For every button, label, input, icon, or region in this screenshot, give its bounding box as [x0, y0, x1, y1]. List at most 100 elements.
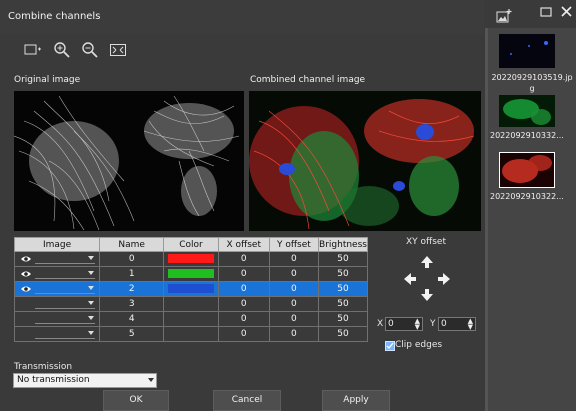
x-offset-cell[interactable]: 0 [217, 326, 270, 342]
color-cell[interactable] [163, 326, 219, 342]
y-offset-cell[interactable]: 0 [268, 251, 320, 267]
zoom-in-icon[interactable] [53, 41, 71, 59]
x-offset-cell[interactable]: 0 [217, 311, 270, 327]
x-offset-cell[interactable]: 0 [217, 266, 270, 282]
arrow-up-icon[interactable] [420, 255, 434, 269]
name-cell[interactable]: 0 [99, 251, 165, 267]
image-cell[interactable] [13, 251, 101, 267]
image-select[interactable] [34, 284, 95, 294]
select-rect-icon[interactable] [24, 41, 42, 59]
xy-offset-title: XY offset [406, 237, 446, 247]
y-offset-cell[interactable]: 0 [268, 281, 320, 297]
apply-button[interactable]: Apply [322, 390, 390, 411]
column-header: Color [163, 237, 219, 252]
name-cell[interactable]: 5 [99, 326, 165, 342]
name-cell[interactable]: 1 [99, 266, 165, 282]
image-select[interactable] [34, 314, 95, 324]
original-image-label: Original image [14, 75, 81, 85]
thumbnail-image[interactable] [499, 34, 555, 68]
x-offset-cell[interactable]: 0 [217, 281, 270, 297]
zoom-out-icon[interactable] [81, 41, 99, 59]
transmission-value: No transmission [17, 375, 90, 385]
column-header: Y offset [268, 237, 320, 252]
image-select[interactable] [34, 269, 95, 279]
name-cell[interactable]: 3 [99, 296, 165, 312]
y-spinner-icon[interactable]: ▲ ▼ [468, 318, 473, 331]
x-offset-label: X [377, 319, 384, 329]
table-header: Image Name Color X offset Y offset Brigh… [13, 237, 368, 252]
y-offset-cell[interactable]: 0 [268, 326, 320, 342]
clip-edges-checkbox[interactable] [385, 341, 395, 351]
maximize-icon[interactable] [540, 7, 552, 17]
column-header: X offset [217, 237, 270, 252]
toolbar [24, 41, 134, 61]
name-cell[interactable]: 4 [99, 311, 165, 327]
color-cell[interactable] [163, 281, 219, 297]
clip-edges-label: Clip edges [395, 340, 443, 350]
close-icon[interactable] [561, 6, 572, 17]
image-select[interactable] [34, 329, 95, 339]
x-offset-cell[interactable]: 0 [217, 251, 270, 267]
y-offset-label: Y [430, 319, 436, 329]
chevron-down-icon [87, 330, 94, 335]
table-row[interactable]: 1 0 0 50 [13, 266, 368, 282]
color-cell[interactable] [163, 266, 219, 282]
table-row[interactable]: 0 0 0 50 [13, 251, 368, 267]
color-swatch[interactable] [167, 269, 214, 278]
arrow-left-icon[interactable] [403, 272, 417, 286]
table-row[interactable]: 5 0 0 50 [13, 326, 368, 342]
image-cell[interactable] [13, 311, 101, 327]
image-cell[interactable] [13, 266, 101, 282]
eye-icon[interactable] [20, 285, 32, 293]
column-header: Image [13, 237, 101, 252]
thumbnail-image[interactable] [499, 152, 555, 188]
window-title: Combine channels [8, 11, 101, 22]
color-cell[interactable] [163, 251, 219, 267]
color-swatch[interactable] [167, 254, 214, 263]
cancel-button[interactable]: Cancel [213, 390, 281, 411]
y-offset-field[interactable]: 0 ▲ ▼ [438, 317, 476, 331]
x-offset-value: 0 [388, 319, 394, 329]
color-swatch[interactable] [167, 284, 214, 293]
image-select[interactable] [34, 254, 95, 264]
panel-splitter[interactable] [485, 28, 488, 411]
ok-button[interactable]: OK [103, 390, 169, 411]
fit-to-window-icon[interactable] [109, 41, 127, 59]
color-cell[interactable] [163, 311, 219, 327]
thumbnail-caption: 2022092910332... [490, 131, 564, 140]
image-cell[interactable] [13, 281, 101, 297]
add-image-icon[interactable] [496, 9, 512, 23]
brightness-cell[interactable]: 50 [318, 266, 368, 282]
combined-image [249, 91, 481, 231]
name-cell[interactable]: 2 [99, 281, 165, 297]
chevron-down-icon [148, 378, 154, 382]
table-row[interactable]: 4 0 0 50 [13, 311, 368, 327]
brightness-cell[interactable]: 50 [318, 296, 368, 312]
arrow-down-icon[interactable] [420, 288, 434, 302]
y-offset-cell[interactable]: 0 [268, 296, 320, 312]
y-offset-cell[interactable]: 0 [268, 311, 320, 327]
y-offset-cell[interactable]: 0 [268, 266, 320, 282]
image-select[interactable] [34, 299, 95, 309]
brightness-cell[interactable]: 50 [318, 326, 368, 342]
table-row[interactable]: 3 0 0 50 [13, 296, 368, 312]
brightness-cell[interactable]: 50 [318, 311, 368, 327]
eye-icon[interactable] [20, 255, 32, 263]
table-row[interactable]: 2 0 0 50 [13, 281, 368, 297]
combined-image-label: Combined channel image [250, 75, 366, 85]
eye-icon[interactable] [20, 270, 32, 278]
x-offset-cell[interactable]: 0 [217, 296, 270, 312]
thumbnail-image[interactable] [499, 95, 555, 127]
thumbnail-caption: 2022092910322... [490, 192, 564, 201]
brightness-cell[interactable]: 50 [318, 281, 368, 297]
brightness-cell[interactable]: 50 [318, 251, 368, 267]
image-cell[interactable] [13, 296, 101, 312]
image-cell[interactable] [13, 326, 101, 342]
x-offset-field[interactable]: 0 ▲ ▼ [385, 317, 423, 331]
color-cell[interactable] [163, 296, 219, 312]
column-header: Name [99, 237, 165, 252]
x-spinner-icon[interactable]: ▲ ▼ [415, 318, 420, 331]
arrow-right-icon[interactable] [437, 272, 451, 286]
thumbnail-caption: 20220929103519.jpg [491, 73, 573, 93]
transmission-select[interactable]: No transmission [13, 373, 157, 388]
